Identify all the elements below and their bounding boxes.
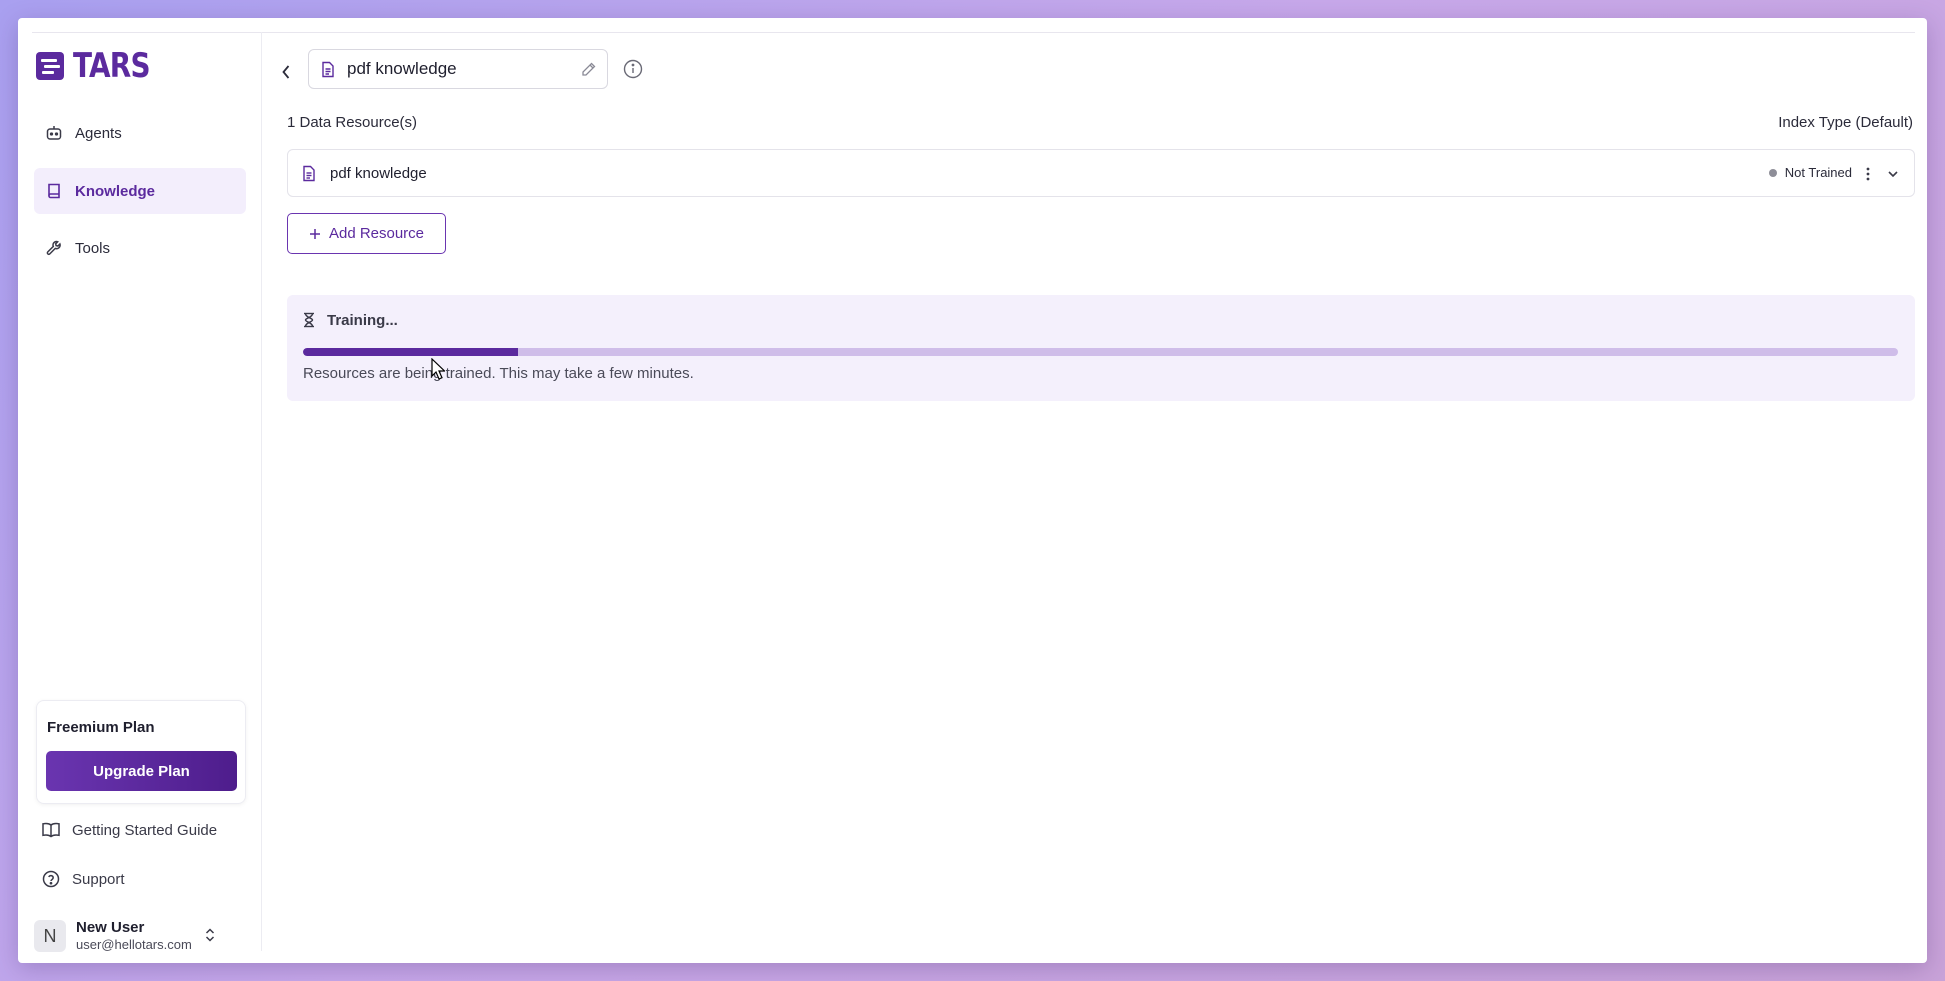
sidebar-item-label: Tools (75, 239, 111, 257)
user-name: New User (76, 919, 145, 936)
sidebar-item-knowledge[interactable]: Knowledge (34, 168, 246, 214)
training-message: Resources are being trained. This may ta… (303, 365, 694, 382)
open-book-icon (40, 819, 62, 841)
training-title: Training... (327, 311, 398, 329)
getting-started-link[interactable]: Getting Started Guide (40, 815, 217, 845)
training-panel: Training... Resources are being trained.… (287, 295, 1915, 401)
mouse-cursor-icon (431, 357, 446, 380)
resource-count: 1 Data Resource(s) (287, 114, 418, 131)
support-link[interactable]: Support (40, 864, 125, 894)
sidebar-item-label: Knowledge (75, 182, 156, 200)
document-icon (319, 60, 337, 78)
top-divider (32, 32, 1915, 33)
logo-icon (36, 52, 64, 80)
add-resource-button[interactable]: Add Resource (287, 213, 446, 254)
logo-text: TARS (73, 46, 151, 86)
avatar: N (34, 920, 66, 952)
help-circle-icon (40, 868, 62, 890)
status-badge: Not Trained (1768, 165, 1852, 180)
sidebar-item-tools[interactable]: Tools (34, 225, 246, 271)
getting-started-label: Getting Started Guide (72, 821, 218, 839)
status-label: Not Trained (1784, 165, 1852, 180)
resource-name: pdf knowledge (330, 164, 427, 182)
chevron-up-down-icon (204, 926, 216, 949)
chevron-left-icon (280, 64, 292, 85)
logo[interactable]: TARS (36, 46, 167, 86)
knowledge-title-field[interactable] (308, 49, 608, 89)
more-options-icon[interactable] (1860, 164, 1876, 184)
support-label: Support (72, 870, 125, 888)
book-icon (44, 181, 64, 201)
chevron-down-icon[interactable] (1884, 164, 1902, 184)
progress-fill (303, 348, 519, 356)
document-icon (300, 164, 318, 182)
plus-icon (309, 228, 321, 240)
hourglass-icon (303, 311, 317, 329)
back-button[interactable] (276, 58, 296, 90)
user-email: user@hellotars.com (76, 937, 192, 952)
add-resource-label: Add Resource (328, 225, 425, 242)
index-type-label[interactable]: Index Type (Default) (1778, 114, 1913, 131)
title-input[interactable] (347, 59, 567, 79)
training-header: Training... (303, 311, 398, 329)
user-menu[interactable]: N New User user@hellotars.com (32, 914, 246, 958)
app-window: TARS Agents Knowledge Tools Freemium Pla… (18, 18, 1927, 963)
info-icon[interactable] (622, 58, 644, 80)
user-info: New User user@hellotars.com (76, 919, 192, 953)
edit-icon[interactable] (581, 61, 597, 77)
resource-row[interactable]: pdf knowledge Not Trained (287, 149, 1915, 197)
sidebar-item-agents[interactable]: Agents (34, 110, 246, 156)
progress-bar (303, 348, 1898, 356)
sidebar: TARS Agents Knowledge Tools Freemium Pla… (32, 32, 262, 952)
status-dot (1768, 168, 1777, 177)
plan-card: Freemium Plan Upgrade Plan (36, 700, 246, 804)
upgrade-plan-button[interactable]: Upgrade Plan (46, 751, 237, 791)
wrench-icon (44, 238, 64, 258)
plan-title: Freemium Plan (47, 719, 155, 736)
sidebar-item-label: Agents (75, 124, 122, 142)
robot-icon (44, 123, 64, 143)
